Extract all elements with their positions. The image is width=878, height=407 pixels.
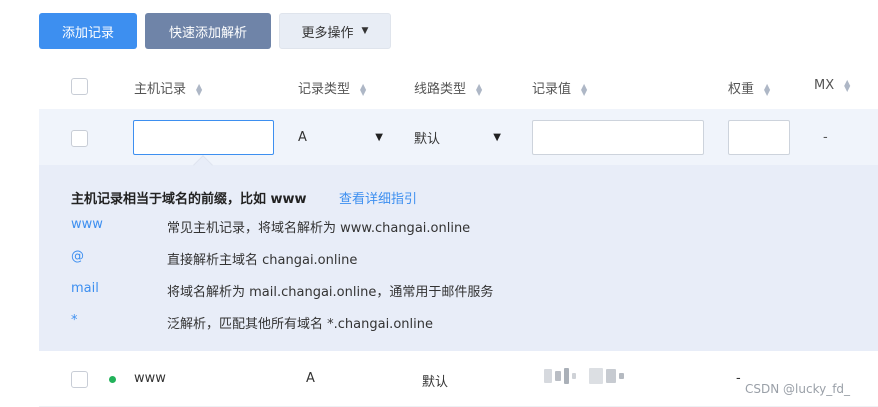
col-header-type[interactable]: 记录类型 ▲ ▼ [298, 78, 368, 97]
watermark: CSDN @lucky_fd_ [745, 382, 851, 396]
sort-icon[interactable]: ▲ ▼ [360, 82, 368, 96]
tip-key: mail [71, 281, 99, 296]
col-header-host[interactable]: 主机记录 ▲ ▼ [134, 78, 204, 97]
sort-icon[interactable]: ▲ ▼ [196, 82, 204, 96]
record-type-value: A [298, 130, 307, 145]
record-type-select[interactable]: A ▼ [298, 120, 383, 155]
quick-add-button[interactable]: 快速添加解析 [145, 13, 271, 49]
quick-add-label: 快速添加解析 [168, 25, 247, 41]
edit-record-row: A ▼ 默认 ▼ - [39, 109, 878, 166]
col-header-value[interactable]: 记录值 ▲ ▼ [532, 78, 589, 97]
tip-desc: 将域名解析为 mail.changai.online，通常用于邮件服务 [167, 285, 494, 300]
row-type: A [306, 371, 315, 386]
line-type-select[interactable]: 默认 ▼ [414, 120, 501, 155]
row-checkbox[interactable] [71, 371, 88, 388]
tip-key: www [71, 217, 103, 232]
sort-icon[interactable]: ▲ ▼ [764, 82, 772, 96]
status-dot-icon [109, 376, 116, 383]
mx-value: - [823, 130, 828, 145]
weight-input[interactable] [728, 120, 790, 155]
more-actions-button[interactable]: 更多操作 ▼ [279, 13, 391, 49]
chevron-down-icon: ▼ [493, 132, 501, 143]
col-header-line[interactable]: 线路类型 ▲ ▼ [414, 78, 484, 97]
redacted-record-value [544, 368, 624, 384]
tip-desc: 常见主机记录，将域名解析为 www.changai.online [167, 221, 471, 236]
chevron-down-icon: ▼ [375, 132, 383, 143]
host-record-input[interactable] [133, 120, 274, 155]
detail-guide-link[interactable]: 查看详细指引 [339, 188, 417, 207]
add-record-button[interactable]: 添加记录 [39, 13, 137, 49]
row-host: www [134, 371, 166, 386]
add-record-label: 添加记录 [61, 25, 114, 41]
tip-key: @ [71, 249, 84, 264]
host-record-tip: 主机记录相当于域名的前缀，比如 www 查看详细指引 www 常见主机记录，将域… [39, 165, 878, 351]
col-header-weight[interactable]: 权重 ▲ ▼ [728, 78, 772, 97]
record-value-input[interactable] [532, 120, 704, 155]
select-all-checkbox[interactable] [71, 78, 88, 95]
chevron-down-icon: ▼ [361, 26, 369, 36]
row-line: 默认 [422, 375, 449, 390]
sort-icon[interactable]: ▲ ▼ [581, 82, 589, 96]
sort-icon[interactable]: ▲ ▼ [844, 78, 852, 92]
line-type-value: 默认 [414, 132, 441, 147]
tip-title: 主机记录相当于域名的前缀，比如 www [71, 192, 307, 207]
row-checkbox[interactable] [71, 130, 88, 147]
more-actions-label: 更多操作 [301, 25, 354, 41]
table-header: 主机记录 ▲ ▼ 记录类型 ▲ ▼ 线路类型 ▲ ▼ 记录值 ▲ ▼ 权重 ▲ ▼ MX ▲ ▼ [39, 67, 878, 107]
col-header-mx[interactable]: MX ▲ ▼ [814, 78, 852, 93]
tip-key: * [71, 313, 78, 328]
table-row[interactable]: www A 默认 - [39, 351, 878, 407]
sort-icon[interactable]: ▲ ▼ [476, 82, 484, 96]
tip-desc: 泛解析，匹配其他所有域名 *.changai.online [167, 317, 433, 332]
row-mx: - [736, 371, 741, 386]
tip-desc: 直接解析主域名 changai.online [167, 253, 358, 268]
